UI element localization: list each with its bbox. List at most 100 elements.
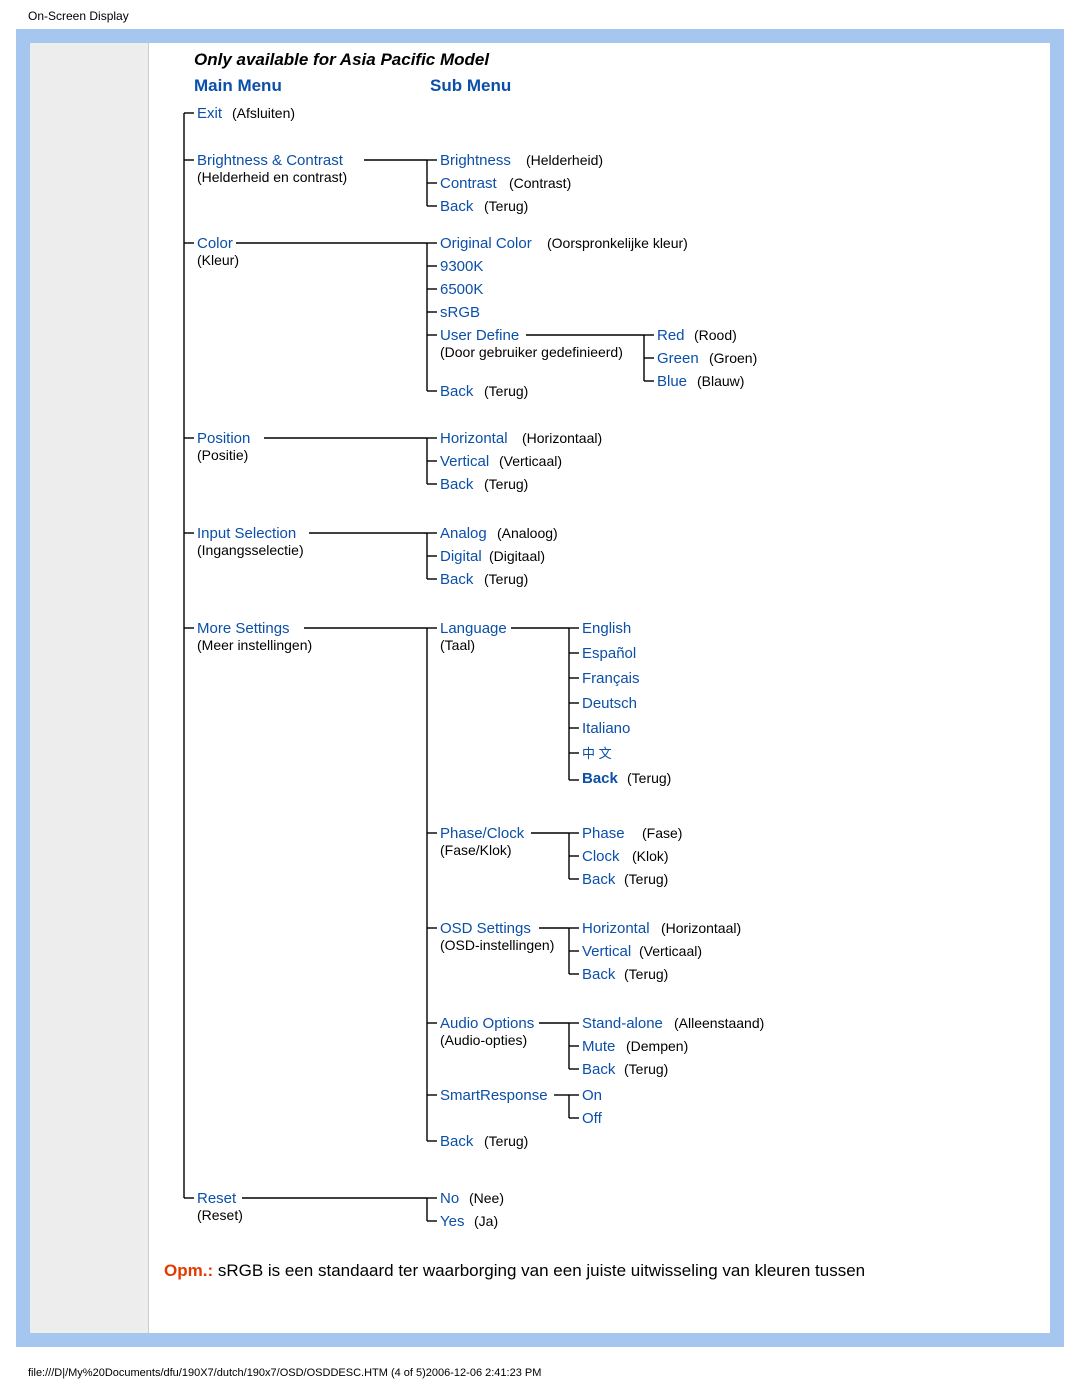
audio-mute: Mute <box>582 1038 615 1055</box>
sub-orig-color: Original Color <box>440 235 532 252</box>
sub-blue-tr: (Blauw) <box>697 373 744 390</box>
main-brightness-tr: (Helderheid en contrast) <box>197 169 347 186</box>
col-main-menu: Main Menu <box>194 77 282 94</box>
sub-blue: Blue <box>657 373 687 390</box>
sub-input-back-tr: (Terug) <box>484 571 528 588</box>
sub-color-back-tr: (Terug) <box>484 383 528 400</box>
lang-en: English <box>582 620 631 637</box>
sub-phase: Phase/Clock <box>440 825 524 842</box>
note-line: Opm.: sRGB is een standaard ter waarborg… <box>164 1261 944 1281</box>
sub-pos-back: Back <box>440 476 473 493</box>
sub-pos-h-tr: (Horizontaal) <box>522 430 602 447</box>
sub-audio: Audio Options <box>440 1015 534 1032</box>
osd-menu-tree: Only available for Asia Pacific Model Ma… <box>164 43 924 1283</box>
reset-no-tr: (Nee) <box>469 1190 504 1207</box>
col-sub-menu: Sub Menu <box>430 77 511 94</box>
note-text: sRGB is een standaard ter waarborging va… <box>213 1261 865 1280</box>
osd-back-tr: (Terug) <box>624 966 668 983</box>
audio-back: Back <box>582 1061 615 1078</box>
sub-phase-tr: (Fase/Klok) <box>440 842 512 859</box>
main-more: More Settings <box>197 620 290 637</box>
audio-mute-tr: (Dempen) <box>626 1038 688 1055</box>
sub-pos-v-tr: (Verticaal) <box>499 453 562 470</box>
main-reset: Reset <box>197 1190 236 1207</box>
smart-on: On <box>582 1087 602 1104</box>
phase-back-tr: (Terug) <box>624 871 668 888</box>
sub-orig-color-tr: (Oorspronkelijke kleur) <box>547 235 688 252</box>
sub-pos-back-tr: (Terug) <box>484 476 528 493</box>
sub-user-define: User Define <box>440 327 519 344</box>
reset-yes-tr: (Ja) <box>474 1213 498 1230</box>
lang-de: Deutsch <box>582 695 637 712</box>
sub-contrast: Contrast <box>440 175 497 192</box>
lang-back-tr: (Terug) <box>627 770 671 787</box>
main-more-tr: (Meer instellingen) <box>197 637 312 654</box>
lang-fr: Français <box>582 670 640 687</box>
main-position: Position <box>197 430 250 447</box>
sub-red-tr: (Rood) <box>694 327 737 344</box>
main-exit-tr: (Afsluiten) <box>232 105 295 122</box>
main-brightness: Brightness & Contrast <box>197 152 343 169</box>
sub-green: Green <box>657 350 699 367</box>
sub-osd-tr: (OSD-instellingen) <box>440 937 554 954</box>
lang-es: Español <box>582 645 636 662</box>
main-exit: Exit <box>197 105 222 122</box>
osd-h-tr: (Horizontaal) <box>661 920 741 937</box>
sub-smart: SmartResponse <box>440 1087 548 1104</box>
sub-digital-tr: (Digitaal) <box>489 548 545 565</box>
osd-h: Horizontal <box>582 920 650 937</box>
reset-yes: Yes <box>440 1213 464 1230</box>
clock-item: Clock <box>582 848 620 865</box>
phase-item-tr: (Fase) <box>642 825 682 842</box>
audio-stand-tr: (Alleenstaand) <box>674 1015 764 1032</box>
clock-item-tr: (Klok) <box>632 848 669 865</box>
sub-language-tr: (Taal) <box>440 637 475 654</box>
main-color: Color <box>197 235 233 252</box>
sub-language: Language <box>440 620 507 637</box>
sub-analog: Analog <box>440 525 487 542</box>
sub-9300k: 9300K <box>440 258 483 275</box>
sub-pos-v: Vertical <box>440 453 489 470</box>
diagram-header: Only available for Asia Pacific Model <box>194 51 489 68</box>
sub-red: Red <box>657 327 685 344</box>
sub-more-back: Back <box>440 1133 473 1150</box>
sub-bc-back-tr: (Terug) <box>484 198 528 215</box>
sub-color-back: Back <box>440 383 473 400</box>
main-color-tr: (Kleur) <box>197 252 239 269</box>
sub-pos-h: Horizontal <box>440 430 508 447</box>
main-input: Input Selection <box>197 525 296 542</box>
sub-bc-back: Back <box>440 198 473 215</box>
sub-analog-tr: (Analoog) <box>497 525 558 542</box>
sub-user-define-tr: (Door gebruiker gedefinieerd) <box>440 344 623 361</box>
footer-path: file:///D|/My%20Documents/dfu/190X7/dutc… <box>0 1347 1080 1391</box>
sub-brightness-tr: (Helderheid) <box>526 152 603 169</box>
page-title: On-Screen Display <box>0 0 1080 29</box>
sub-contrast-tr: (Contrast) <box>509 175 571 192</box>
lang-it: Italiano <box>582 720 630 737</box>
sub-srgb: sRGB <box>440 304 480 321</box>
sub-input-back: Back <box>440 571 473 588</box>
osd-back: Back <box>582 966 615 983</box>
left-sidebar <box>30 43 149 1333</box>
phase-item: Phase <box>582 825 625 842</box>
lang-back: Back <box>582 770 618 787</box>
lang-zh: 中 文 <box>582 745 612 762</box>
osd-v: Vertical <box>582 943 631 960</box>
phase-back: Back <box>582 871 615 888</box>
sub-green-tr: (Groen) <box>709 350 757 367</box>
main-reset-tr: (Reset) <box>197 1207 243 1224</box>
sub-more-back-tr: (Terug) <box>484 1133 528 1150</box>
sub-audio-tr: (Audio-opties) <box>440 1032 527 1049</box>
audio-back-tr: (Terug) <box>624 1061 668 1078</box>
smart-off: Off <box>582 1110 602 1127</box>
sub-brightness: Brightness <box>440 152 511 169</box>
sub-digital: Digital <box>440 548 482 565</box>
osd-v-tr: (Verticaal) <box>639 943 702 960</box>
sub-osd: OSD Settings <box>440 920 531 937</box>
content-frame: Only available for Asia Pacific Model Ma… <box>16 29 1064 1347</box>
main-input-tr: (Ingangsselectie) <box>197 542 304 559</box>
main-position-tr: (Positie) <box>197 447 248 464</box>
sub-6500k: 6500K <box>440 281 483 298</box>
reset-no: No <box>440 1190 459 1207</box>
audio-stand: Stand-alone <box>582 1015 663 1032</box>
